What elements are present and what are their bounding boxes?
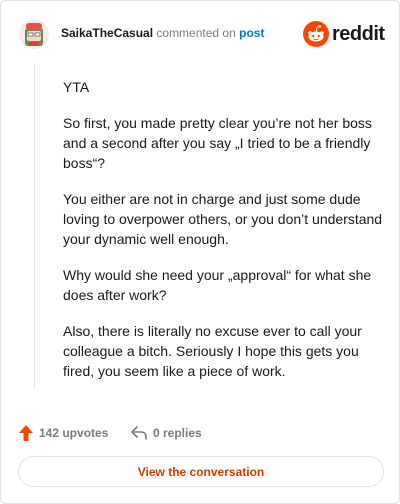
upvote-arrow-icon [19,425,33,441]
upvote-button[interactable]: 142 upvotes [19,423,108,443]
comment-paragraph: Why would she need your „approval“ for w… [63,267,372,303]
comment-actions: 142 upvotes 0 replies [19,423,319,443]
user-avatar[interactable] [19,19,49,49]
post-link[interactable]: post [239,26,264,40]
upvote-count: 142 upvotes [39,426,109,440]
reddit-logo[interactable]: reddit [303,21,385,47]
comment-body: YTA So first, you made pretty clear you’… [63,77,383,397]
view-conversation-button[interactable]: View the conversation [18,456,384,487]
username-link[interactable]: SaikaTheCasual [61,26,153,40]
reply-count: 0 replies [153,426,202,440]
comment-paragraph: Also, there is literally no excuse ever … [63,323,362,379]
comment-byline: SaikaTheCasual commented on post [61,26,264,41]
action-text: commented on [156,26,236,40]
avatar-image [19,19,49,49]
comment-paragraph: So first, you made pretty clear you’re n… [63,115,372,171]
comment-paragraph: You either are not in charge and just so… [63,191,383,247]
comment-header: SaikaTheCasual commented on post reddit [19,17,385,53]
reddit-snoo-icon [303,21,329,47]
thread-line [34,63,35,389]
reddit-wordmark: reddit [332,23,385,45]
reply-arrow-icon [131,426,147,440]
replies-button[interactable]: 0 replies [131,423,202,443]
comment-paragraph: YTA [63,79,90,95]
comment-card: SaikaTheCasual commented on post reddit … [0,0,400,504]
